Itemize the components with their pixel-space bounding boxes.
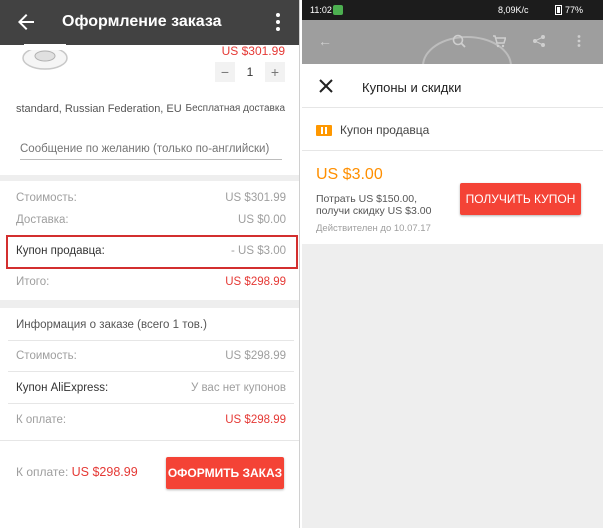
shipping-method[interactable]: Бесплатная доставка [186,103,285,114]
summary-total-row: Итого: US $298.99 [16,273,286,291]
summary-total-value: US $298.99 [225,276,286,288]
divider [8,371,294,372]
info-cost-label: Стоимость: [16,350,77,362]
quantity-value[interactable]: 1 [235,65,265,79]
product-price: US $301.99 [221,44,285,58]
product-image[interactable] [18,44,72,70]
back-arrow-icon[interactable] [14,10,38,34]
seller-coupon-label: Купон продавца: [16,245,105,257]
coupon-condition: Потрать US $150.00, [316,193,417,205]
ali-coupon-value: У вас нет купонов [190,382,286,394]
divider [8,403,294,404]
summary-cost-value: US $301.99 [225,192,286,204]
coupon-ticket-icon [316,125,332,136]
info-cost-row: Стоимость: US $298.99 [16,347,286,365]
info-cost-value: US $298.99 [225,350,286,362]
summary-delivery-value: US $0.00 [238,214,286,226]
summary-cost-row: Стоимость: US $301.99 [16,189,286,207]
seller-coupon-heading: Купон продавца [340,123,430,137]
quantity-stepper: − 1 + [215,61,285,83]
section-divider [0,175,299,181]
seller-coupon-value: - US $3.00 [231,245,286,257]
sheet-title: Купоны и скидки [362,80,462,95]
back-arrow-icon: ← [318,33,332,49]
get-coupon-button[interactable]: ПОЛУЧИТЬ КУПОН [460,183,581,215]
coupon-validity: Действителен до 10.07.17 [316,223,431,234]
more-vert-icon [577,35,581,47]
message-input[interactable] [20,138,282,160]
network-speed: 8,09K/c [498,5,529,15]
info-pay-row: К оплате: US $298.99 [16,411,286,429]
seller-coupon-section: Купон продавца [302,109,603,151]
product-variant: standard, Russian Federation, EU [16,103,182,115]
bottom-pay-summary: К оплате: US $298.99 [16,465,138,479]
battery-level: 77% [565,5,584,15]
sheet-header: Купоны и скидки [302,64,603,108]
notification-icon [333,5,343,15]
info-pay-label: К оплате: [16,414,67,426]
coupon-amount: US $3.00 [316,166,383,183]
ali-coupon-row[interactable]: Купон AliExpress: У вас нет купонов [16,379,286,397]
screenshot-root: Оформление заказа US $301.99 − 1 + stand… [0,0,603,528]
cart-icon [493,35,506,48]
checkout-screen: Оформление заказа US $301.99 − 1 + stand… [0,0,300,528]
page-title: Оформление заказа [62,13,222,30]
seller-coupon-row[interactable]: Купон продавца: - US $3.00 [16,242,286,260]
coupons-sheet: Купоны и скидки Купон продавца US $3.00 … [302,64,603,244]
summary-delivery-label: Доставка: [16,214,69,226]
coupons-screen: 11:02 8,09K/c 77% ← Купоны и скидки Купо… [302,0,603,528]
more-vert-icon[interactable] [272,11,284,33]
close-icon[interactable] [318,78,334,94]
info-pay-value: US $298.99 [225,414,286,426]
dimmed-toolbar: ← [302,20,603,96]
search-icon [452,34,466,48]
decrease-button[interactable]: − [215,62,235,82]
divider [8,340,294,341]
battery-icon [555,5,562,15]
section-divider [0,300,299,308]
summary-cost-label: Стоимость: [16,192,77,204]
status-time: 11:02 [310,5,332,15]
place-order-button[interactable]: ОФОРМИТЬ ЗАКАЗ [166,457,284,489]
summary-delivery-row: Доставка: US $0.00 [16,211,286,229]
bottom-pay-label: К оплате: [16,465,69,479]
coupon-condition: получи скидку US $3.00 [316,205,432,217]
order-info-title: Информация о заказе (всего 1 тов.) [16,319,207,331]
ali-coupon-label: Купон AliExpress: [16,382,109,394]
increase-button[interactable]: + [265,62,285,82]
bottom-pay-value: US $298.99 [71,465,138,479]
share-icon [533,35,545,47]
status-bar: 11:02 8,09K/c 77% [302,0,603,20]
summary-total-label: Итого: [16,276,50,288]
app-bar: Оформление заказа [0,0,299,45]
